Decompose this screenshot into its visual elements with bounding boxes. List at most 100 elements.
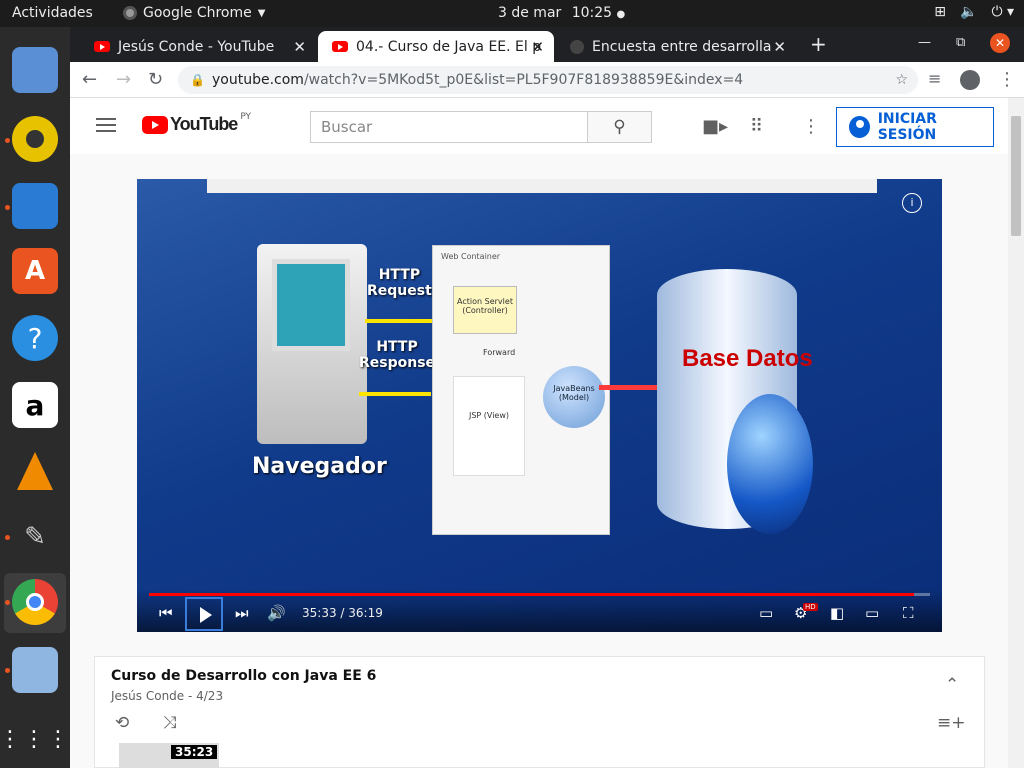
tab-close-icon[interactable]: ✕ xyxy=(531,38,544,56)
miniplayer-icon[interactable]: ◧ xyxy=(830,604,844,622)
toolbar: ← → ↻ 🔒 youtube.com/watch?v=5MKod5t_p0E&… xyxy=(70,62,1024,98)
running-indicator xyxy=(5,668,10,673)
running-indicator xyxy=(5,138,10,143)
volume-icon[interactable]: 🔊 xyxy=(267,604,286,622)
db-arrow xyxy=(599,385,661,390)
tab-jesus-conde[interactable]: Jesús Conde - YouTube ✕ xyxy=(80,31,316,62)
media-control-icon[interactable]: ≡ xyxy=(928,69,941,88)
virtualbox-icon[interactable] xyxy=(12,647,58,693)
settings-more-icon[interactable]: ⋮ xyxy=(802,116,820,137)
apps-grid-icon[interactable]: ⋮⋮⋮ xyxy=(0,717,69,763)
loop-icon[interactable]: ⟲ xyxy=(115,713,129,733)
profile-icon[interactable] xyxy=(960,70,980,90)
shuffle-icon[interactable]: ⤨ xyxy=(163,713,177,733)
activities-button[interactable]: Actividades xyxy=(12,5,93,21)
url-host: youtube.com xyxy=(212,72,304,88)
system-top-bar: Actividades Google Chrome ▼ 3 de mar 10:… xyxy=(0,0,1024,27)
tab-title: Encuesta entre desarrolla xyxy=(592,38,772,55)
chrome-app-icon xyxy=(123,6,137,20)
rhythmbox-icon[interactable] xyxy=(12,116,58,162)
page-scrollbar[interactable] xyxy=(1008,98,1024,768)
progress-bar[interactable] xyxy=(149,593,930,596)
create-video-icon[interactable]: ■▸ xyxy=(702,116,728,137)
subtitles-icon[interactable]: ▭ xyxy=(759,604,773,622)
window-close-button[interactable]: ✕ xyxy=(990,33,1010,53)
volume-icon: 🔈 xyxy=(960,4,978,20)
reload-icon[interactable]: ↻ xyxy=(148,69,163,90)
previous-icon[interactable]: ⏮ xyxy=(159,604,173,622)
playlist-title[interactable]: Curso de Desarrollo con Java EE 6 xyxy=(111,668,376,684)
info-icon[interactable]: i xyxy=(902,193,922,213)
notification-dot-icon: ● xyxy=(616,9,626,20)
back-arrow-icon[interactable]: ← xyxy=(82,69,97,90)
slide-http-response: HTTP Response xyxy=(359,339,436,371)
web-container-label: Web Container xyxy=(441,252,501,261)
tab-encuesta[interactable]: Encuesta entre desarrolla ✕ xyxy=(556,31,796,62)
slide-base-datos: Base Datos xyxy=(682,345,813,372)
javabeans-cylinder: JavaBeans (Model) xyxy=(543,366,605,428)
youtube-page: YouTube PY Buscar ⚲ ■▸ ⠿ ⋮ INICIAR SESIÓ… xyxy=(70,98,1024,768)
youtube-favicon-icon xyxy=(94,41,110,52)
vlc-icon[interactable] xyxy=(12,448,58,494)
youtube-logo[interactable]: YouTube PY xyxy=(142,111,252,135)
youtube-play-icon xyxy=(142,115,168,134)
menu-icon[interactable] xyxy=(96,118,116,132)
file-cabinet-icon[interactable] xyxy=(12,47,58,93)
chrome-icon[interactable] xyxy=(12,579,58,625)
tab-curso-java[interactable]: 04.- Curso de Java EE. El p ✕ xyxy=(318,31,554,62)
save-playlist-icon[interactable]: ≡+ xyxy=(937,713,966,733)
software-center-icon[interactable]: A xyxy=(12,248,58,294)
minimize-button[interactable]: — xyxy=(918,35,931,50)
slide-frame-top xyxy=(207,179,877,193)
response-arrow xyxy=(359,392,431,396)
amazon-icon[interactable]: a xyxy=(12,382,58,428)
running-indicator xyxy=(5,535,10,540)
network-icon: ⊞ xyxy=(934,4,946,20)
fullscreen-icon[interactable]: ⛶ xyxy=(903,604,914,622)
jsp-box: JSP (View) xyxy=(453,376,525,476)
system-menu[interactable]: ⊞ 🔈 ⏻ ▾ xyxy=(934,4,1014,20)
play-button[interactable] xyxy=(185,597,223,631)
app-menu[interactable]: Google Chrome ▼ xyxy=(123,5,265,21)
address-bar[interactable]: 🔒 youtube.com/watch?v=5MKod5t_p0E&list=P… xyxy=(178,66,918,94)
search-icon: ⚲ xyxy=(613,117,626,137)
ubuntu-dock: A ? a ✎ ⋮⋮⋮ xyxy=(0,27,70,768)
maximize-button[interactable]: ⧉ xyxy=(956,35,965,50)
slide-navegador: Navegador xyxy=(252,454,387,479)
help-icon[interactable]: ? xyxy=(12,315,58,361)
collapse-chevron-icon[interactable]: ⌃ xyxy=(945,675,959,695)
youtube-header: YouTube PY Buscar ⚲ ■▸ ⠿ ⋮ INICIAR SESIÓ… xyxy=(70,98,1008,154)
search-button[interactable]: ⚲ xyxy=(587,111,652,143)
new-tab-button[interactable]: + xyxy=(810,32,827,56)
web-container-box: Web Container Action Servlet (Controller… xyxy=(432,245,610,535)
sign-in-button[interactable]: INICIAR SESIÓN xyxy=(836,107,994,147)
apps-icon[interactable]: ⠿ xyxy=(750,116,763,137)
theater-mode-icon[interactable]: ▭ xyxy=(865,604,879,622)
scrollbar-thumb[interactable] xyxy=(1011,116,1021,236)
region-code: PY xyxy=(240,111,252,122)
time-display: 35:33 / 36:19 xyxy=(302,606,383,620)
forward-arrow-icon[interactable]: → xyxy=(116,69,131,90)
video-player[interactable]: i Navegador HTTP Request HTTP Response W… xyxy=(137,179,942,632)
clock-date: 3 de mar xyxy=(498,5,562,21)
chrome-menu-icon[interactable]: ⋮ xyxy=(998,69,1016,90)
search-input[interactable]: Buscar xyxy=(310,111,588,143)
gimp-icon[interactable]: ✎ xyxy=(12,514,58,560)
clock[interactable]: 3 de mar 10:25 ● xyxy=(498,5,625,21)
tab-title: Jesús Conde - YouTube xyxy=(118,38,275,55)
lock-icon: 🔒 xyxy=(190,73,205,87)
tab-close-icon[interactable]: ✕ xyxy=(773,38,786,56)
next-icon[interactable]: ⏭ xyxy=(235,604,249,622)
bookmark-star-icon[interactable]: ☆ xyxy=(895,66,908,94)
action-servlet-box: Action Servlet (Controller) xyxy=(453,286,517,334)
running-indicator xyxy=(5,205,10,210)
writer-icon[interactable] xyxy=(12,183,58,229)
computer-screen xyxy=(272,259,350,351)
tab-title: 04.- Curso de Java EE. El p xyxy=(356,38,542,55)
chevron-down-icon: ▼ xyxy=(257,7,266,19)
globe-illustration xyxy=(727,394,813,534)
playlist-panel: Curso de Desarrollo con Java EE 6 Jesús … xyxy=(94,656,985,768)
tab-close-icon[interactable]: ✕ xyxy=(293,38,306,56)
request-arrow xyxy=(365,319,435,323)
sign-in-label: INICIAR SESIÓN xyxy=(877,111,937,143)
